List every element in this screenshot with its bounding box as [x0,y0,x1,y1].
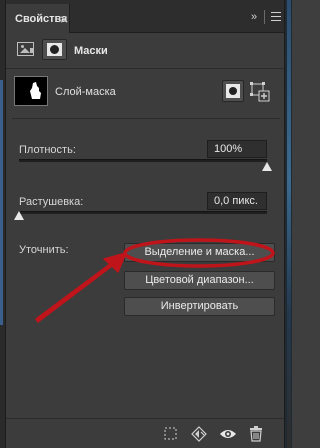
feather-slider-thumb[interactable] [14,211,24,220]
density-slider-thumb[interactable] [262,162,272,171]
vector-mask-select-icon[interactable] [250,81,270,103]
refine-label: Уточнить: [19,244,69,256]
mask-thumbnail [14,76,48,106]
divider [264,10,265,24]
layer-mask-label: Слой-маска [55,86,116,98]
density-field[interactable]: 100% [207,140,267,158]
collapse-icon[interactable]: » [251,11,257,23]
separator [12,118,280,119]
vector-mask-icon[interactable] [42,39,67,60]
canvas-edge-right [285,0,292,448]
trash-icon[interactable] [247,425,265,443]
pixel-mask-select-icon[interactable] [222,80,244,102]
color-range-button[interactable]: Цветовой диапазон... [124,271,275,290]
feather-slider[interactable] [19,211,267,214]
close-icon[interactable] [60,16,70,24]
feather-label: Растушевка: [19,196,84,208]
masks-title: Маски [74,45,108,57]
panel-menu-icon[interactable] [271,12,281,21]
select-and-mask-button[interactable]: Выделение и маска... [124,243,275,262]
density-slider[interactable] [19,159,267,162]
density-label: Плотность: [19,144,76,156]
apply-mask-icon[interactable] [190,425,208,443]
properties-panel: Свойства » Маски Слой-маска Плотность: 1… [5,0,285,448]
eye-icon[interactable] [219,425,237,443]
layer-mask-row: Слой-маска [6,76,284,110]
feather-field[interactable]: 0,0 пикс. [207,192,267,210]
pixel-mask-icon[interactable] [17,42,34,56]
masks-header: Маски [6,33,284,69]
panel-tab-bar: Свойства » [6,0,284,33]
invert-button[interactable]: Инвертировать [124,297,275,316]
load-selection-icon[interactable] [162,425,180,443]
bottom-toolbar [6,418,284,448]
